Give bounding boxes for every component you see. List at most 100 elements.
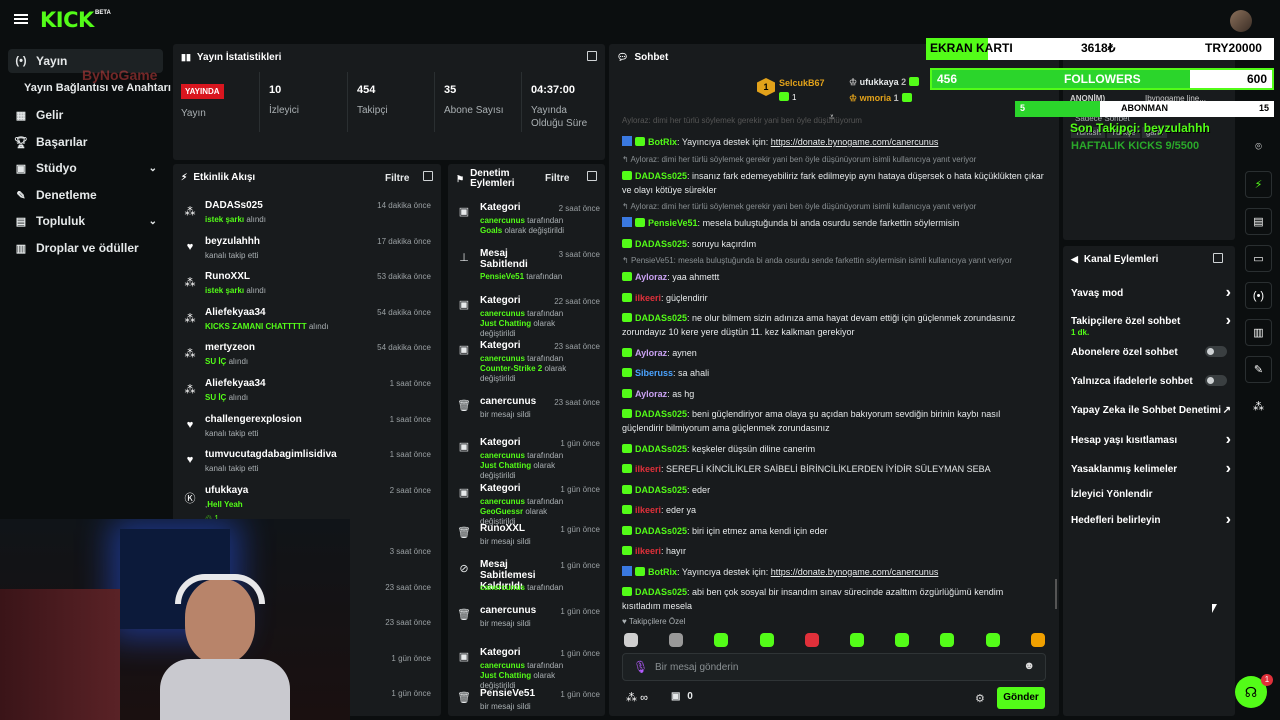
chat-link[interactable]: https://donate.bynogame.com/canercunus <box>771 567 939 577</box>
chat-username[interactable]: DADASs025 <box>635 171 687 181</box>
channel-action-row[interactable]: Takipçilere özel sohbet 1 dk. › <box>1071 312 1231 337</box>
kick-logo[interactable]: KICK <box>40 8 94 32</box>
emote-icon[interactable] <box>624 633 638 647</box>
sidebar-item-achievements[interactable]: 🏆︎ Başarılar <box>8 130 163 154</box>
activity-username[interactable]: DADASs025 <box>205 200 263 211</box>
emote-icon[interactable] <box>759 633 774 647</box>
chat-username[interactable]: Ayloraz <box>635 389 667 399</box>
expand-icon[interactable] <box>423 171 433 181</box>
chat-username[interactable]: Ayloraz <box>635 272 667 282</box>
channel-action-row[interactable]: Yavaş mod › <box>1071 284 1231 301</box>
activity-row[interactable]: ⁂ Aliefekyaa34 KICKS ZAMANI CHATTTTT alınd… <box>173 305 441 339</box>
activity-username[interactable]: tumvucutagdabagimlisidiva <box>205 449 337 460</box>
chat-username[interactable]: PensieVe51 <box>648 218 698 228</box>
chat-icon[interactable]: ▭ <box>1245 245 1272 272</box>
expand-icon[interactable] <box>587 51 597 61</box>
emoji-icon[interactable]: ☻ <box>1023 660 1035 672</box>
toggle-switch[interactable] <box>1205 375 1227 386</box>
activity-username[interactable]: mertyzeon <box>205 342 255 353</box>
bolt-icon[interactable]: ⚡︎ <box>1245 171 1272 198</box>
chat-message: DADASs025: ne olur bilmem sizin adınıza … <box>622 311 1044 339</box>
emote-icon[interactable] <box>985 633 1000 647</box>
channel-action-row[interactable]: İzleyici Yönlendir <box>1071 489 1231 500</box>
chat-username[interactable]: DADASs025 <box>635 526 687 536</box>
studio-icon[interactable]: ▥ <box>1245 319 1272 346</box>
chat-scrollbar[interactable] <box>1055 579 1057 609</box>
chat-username[interactable]: BotRix <box>648 567 677 577</box>
settings-gear-icon[interactable]: ⚙ <box>975 692 985 705</box>
sidebar-item-revenue[interactable]: ▦ Gelir <box>8 103 163 127</box>
chat-username[interactable]: Siberuss <box>635 368 673 378</box>
crown-icon: ♔ <box>849 93 860 103</box>
chat-username[interactable]: ilkeeri <box>635 505 661 515</box>
expand-icon[interactable] <box>1213 253 1223 263</box>
sidebar-item-drops[interactable]: ▥ Droplar ve ödüller <box>8 236 163 260</box>
kicks-counter[interactable]: ⁂ ∞ <box>626 691 648 704</box>
channel-action-row[interactable]: Hesap yaşı kısıtlaması › <box>1071 431 1231 448</box>
activity-time: 1 saat önce <box>389 450 431 460</box>
chat-link[interactable]: https://donate.bynogame.com/canercunus <box>771 137 939 147</box>
channel-action-row[interactable]: Yapay Zeka ile Sohbet Denetimi ↗ <box>1071 405 1231 416</box>
chat-username[interactable]: DADASs025 <box>635 239 687 249</box>
broadcast-icon[interactable]: (•) <box>1245 282 1272 309</box>
sidebar-item-studio[interactable]: ▣ Stüdyo ⌄ <box>8 156 163 180</box>
live-badge: YAYINDA <box>181 84 224 99</box>
leader-name[interactable]: SelcukB67 <box>779 78 825 88</box>
channel-action-row[interactable]: Yalnızca ifadelerle sohbet <box>1071 375 1231 387</box>
toggle-switch[interactable] <box>1205 346 1227 357</box>
chat-username[interactable]: ilkeeri <box>635 293 661 303</box>
chat-username[interactable]: ilkeeri <box>635 464 661 474</box>
sidebar-item-community[interactable]: ▤ Topluluk ⌄ <box>8 209 163 233</box>
channel-action-row[interactable]: Yasaklanmış kelimeler › <box>1071 460 1231 477</box>
camera-icon[interactable]: ⌾ <box>1245 134 1272 161</box>
emote-icon[interactable] <box>804 633 819 647</box>
mic-icon[interactable]: 🎙︎ <box>633 660 648 674</box>
emote-icon[interactable] <box>940 633 955 647</box>
chat-username[interactable]: Ayloraz <box>635 348 667 358</box>
points-counter[interactable]: ▣ 0 <box>671 691 693 702</box>
activity-row[interactable]: ♥ beyzulahhh kanalı takip etti 17 dakika ön… <box>173 234 441 268</box>
expand-icon[interactable] <box>587 171 597 181</box>
activity-username[interactable]: beyzulahhh <box>205 236 260 247</box>
emote-icon[interactable] <box>1030 633 1045 647</box>
activity-row[interactable]: ♥ challengerexplosion kanalı takip etti 1 s… <box>173 412 441 446</box>
chat-username[interactable]: ilkeeri <box>635 546 661 556</box>
channel-action-row[interactable]: Abonelere özel sohbet <box>1071 346 1231 358</box>
trash-icon: 🗑︎ <box>457 692 471 704</box>
filter-button[interactable]: Filtre <box>545 173 569 184</box>
activity-username[interactable]: ufukkaya <box>205 485 248 496</box>
community-icon[interactable]: ⁂ <box>1245 393 1272 420</box>
activity-row[interactable]: ⁂ Aliefekyaa34 SU İÇ alındı 1 saat önce <box>173 376 441 410</box>
activity-username[interactable]: Aliefekyaa34 <box>205 307 266 318</box>
leader-name[interactable]: ♔ ufukkaya 2 <box>849 77 922 88</box>
chat-username[interactable]: DADASs025 <box>635 485 687 495</box>
activity-row[interactable]: ⁂ RunoXXL istek şarkı alındı 53 dakika önce <box>173 269 441 303</box>
sidebar-item-moderation[interactable]: ✎ Denetleme <box>8 183 163 207</box>
activity-username[interactable]: Aliefekyaa34 <box>205 378 266 389</box>
wrench-icon[interactable]: ✎ <box>1245 356 1272 383</box>
chat-username[interactable]: DADASs025 <box>635 444 687 454</box>
activity-row[interactable]: ⁂ mertyzeon SU İÇ alındı 54 dakika önce <box>173 340 441 374</box>
emote-icon[interactable] <box>669 633 684 647</box>
channel-action-label: Yavaş mod <box>1071 288 1124 299</box>
activity-username[interactable]: challengerexplosion <box>205 414 302 425</box>
activity-row[interactable]: Ⓚufukkaya ,Hell Yeah 2 saat önce <box>173 483 441 517</box>
chat-username[interactable]: DADASs025 <box>635 409 687 419</box>
activity-username[interactable]: RunoXXL <box>205 271 250 282</box>
chat-input[interactable]: 🎙︎ Bir mesaj gönderin ☻ <box>622 653 1046 681</box>
user-avatar[interactable] <box>1230 10 1252 32</box>
emote-icon[interactable] <box>714 633 729 647</box>
menu-icon[interactable] <box>14 14 28 24</box>
chat-username[interactable]: BotRix <box>648 137 677 147</box>
activity-row[interactable]: ♥ tumvucutagdabagimlisidiva kanalı takip e… <box>173 447 441 481</box>
channel-action-row[interactable]: Hedefleri belirleyin › <box>1071 511 1231 528</box>
filter-button[interactable]: Filtre <box>385 173 409 184</box>
emote-icon[interactable] <box>895 633 910 647</box>
emote-icon[interactable] <box>850 633 864 647</box>
activity-row[interactable]: ⁂ DADASs025 istek şarkı alındı 14 dakika ön… <box>173 198 441 232</box>
leader-name[interactable]: ♔ wmoria 1 <box>849 93 915 104</box>
document-icon[interactable]: ▤ <box>1245 208 1272 235</box>
chat-username[interactable]: DADASs025 <box>635 587 687 597</box>
send-button[interactable]: Gönder <box>997 687 1045 709</box>
chat-username[interactable]: DADASs025 <box>635 313 687 323</box>
